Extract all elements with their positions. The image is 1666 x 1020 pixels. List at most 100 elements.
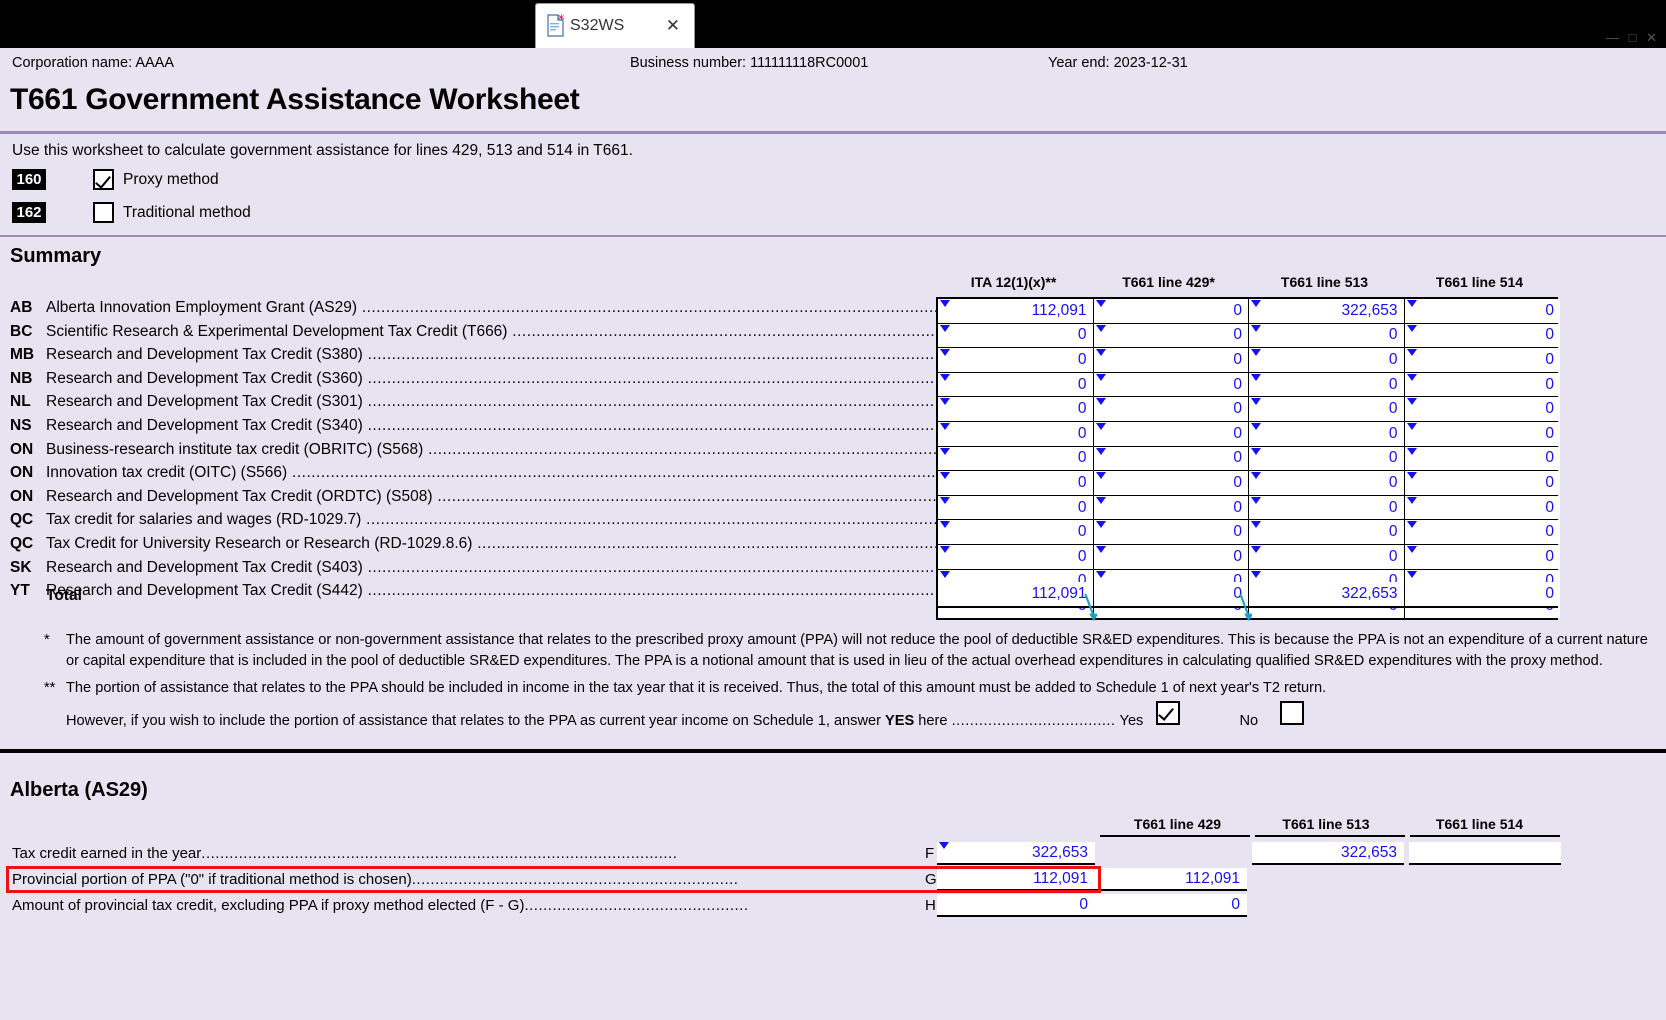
value-cell[interactable]: 0 [1249, 421, 1405, 446]
value-cell[interactable]: 0 [1404, 299, 1560, 323]
cell-value: 0 [1388, 400, 1398, 418]
value-row: 0 0 0 0 [938, 348, 1560, 373]
page-title: T661 Government Assistance Worksheet [10, 83, 580, 116]
value-cell[interactable]: 0 [1093, 471, 1249, 495]
checkbox-proxy-method[interactable] [93, 169, 114, 190]
value-cell[interactable]: 0 [938, 471, 1094, 495]
cell-value: 0 [1545, 547, 1554, 565]
value-cell[interactable]: 0 [1249, 372, 1405, 397]
window-controls[interactable]: — □ ✕ [1606, 30, 1660, 46]
value-cell[interactable]: 322,653 [1249, 299, 1405, 323]
value-cell[interactable]: 0 [1249, 544, 1405, 569]
alberta-row: Provincial portion of PPA ("0" if tradit… [0, 866, 1666, 893]
value-cell[interactable]: 0 [1093, 520, 1249, 544]
cell-marker-icon [1095, 324, 1106, 332]
value-cell[interactable]: 0 [1093, 372, 1249, 397]
cell-marker-icon [1251, 570, 1261, 578]
cell-value: 0 [1545, 473, 1554, 491]
footnote-yes-label: Yes [1119, 712, 1144, 729]
cell-marker-icon [1406, 324, 1417, 332]
value-cell[interactable]: 0 [1249, 446, 1405, 471]
value-cell[interactable]: 0 [1404, 348, 1560, 372]
value-cell[interactable]: 0 [1404, 397, 1560, 421]
value-cell[interactable]: 0 [938, 495, 1094, 520]
alberta-line429-field[interactable]: 0 [1095, 894, 1247, 917]
cell-value: 0 [1545, 301, 1554, 319]
value-cell[interactable]: 112,091 [938, 299, 1094, 323]
cell-marker-icon [1095, 521, 1106, 529]
cell-marker-icon [939, 842, 949, 849]
value-cell[interactable]: 0 [1093, 495, 1249, 520]
cell-value: 0 [1233, 301, 1242, 319]
value-row: 0 0 0 0 [938, 421, 1560, 447]
cell-marker-icon [1251, 521, 1261, 529]
alberta-line513-field[interactable]: 322,653 [1252, 842, 1404, 865]
cell-marker-icon [1251, 447, 1261, 455]
cell-marker-icon [940, 496, 950, 504]
value-cell[interactable]: 0 [938, 520, 1094, 544]
checkbox-ppa-no[interactable] [1280, 700, 1305, 725]
value-cell[interactable]: 0 [1093, 544, 1249, 569]
value-cell[interactable]: 0 [1249, 471, 1405, 495]
alberta-line514-field[interactable] [1409, 842, 1561, 865]
cell-value: 0 [1545, 523, 1554, 541]
province-code: MB [10, 346, 35, 364]
checkbox-traditional-method[interactable] [93, 202, 114, 223]
highlight-box [6, 866, 1101, 893]
cell-marker-icon [1251, 324, 1261, 332]
value-cell[interactable]: 0 [1404, 544, 1560, 569]
footnote-one-text: The amount of government assistance or n… [66, 632, 1648, 669]
value-cell[interactable]: 0 [1404, 372, 1560, 397]
cell-marker-icon [940, 545, 950, 553]
cell-value: 0 [1545, 375, 1554, 393]
value-cell[interactable]: 0 [1404, 495, 1560, 520]
cell-value: 0 [1545, 350, 1554, 368]
leader-dots: ........................................… [201, 845, 678, 862]
value-cell[interactable]: 0 [938, 446, 1094, 471]
cell-marker-icon [1406, 545, 1417, 553]
province-code: NS [10, 416, 32, 434]
value-cell[interactable]: 0 [1249, 348, 1405, 372]
value-cell[interactable]: 0 [1249, 323, 1405, 348]
checkbox-ppa-yes[interactable] [1156, 700, 1181, 725]
value-cell[interactable]: 0 [1249, 520, 1405, 544]
value-cell[interactable]: 0 [1404, 520, 1560, 544]
value-cell[interactable]: 0 [938, 372, 1094, 397]
alberta-main-field[interactable]: 322,653 [937, 842, 1095, 865]
value-cell[interactable]: 0 [1093, 299, 1249, 323]
cell-value: 0 [1077, 523, 1087, 541]
value-cell[interactable]: 0 [1249, 495, 1405, 520]
value-cell[interactable]: 0 [1404, 421, 1560, 446]
cell-marker-icon [1095, 349, 1106, 357]
cell-value: 0 [1077, 350, 1087, 368]
cell-marker-icon [1251, 496, 1261, 504]
value-cell[interactable]: 0 [1404, 471, 1560, 495]
value-cell[interactable]: 0 [1404, 446, 1560, 471]
alberta-line429-field[interactable]: 112,091 [1095, 868, 1247, 891]
value-cell[interactable]: 0 [938, 397, 1094, 421]
alberta-column-header-514: T661 line 514 [1435, 816, 1524, 832]
alberta-main-field[interactable]: 0 [937, 894, 1095, 917]
value-cell[interactable]: 0 [938, 544, 1094, 569]
worksheet-window: * S32WS ✕ — □ ✕ Corporation name: AAAA B… [0, 0, 1666, 1020]
value-cell[interactable]: 0 [938, 421, 1094, 446]
total-value-cell: 0 [1404, 582, 1560, 606]
value-cell[interactable]: 0 [1093, 421, 1249, 446]
value-cell[interactable]: 0 [1093, 348, 1249, 372]
worksheet-page: Corporation name: AAAA Business number: … [0, 48, 1666, 1020]
cell-marker-icon [1406, 422, 1417, 430]
value-row: 0 0 0 0 [938, 471, 1560, 496]
alberta-head-rule-514 [1410, 835, 1560, 837]
value-cell[interactable]: 0 [938, 323, 1094, 348]
value-cell[interactable]: 0 [1404, 323, 1560, 348]
cell-marker-icon [940, 300, 950, 307]
value-cell[interactable]: 0 [1093, 446, 1249, 471]
value-cell[interactable]: 0 [1093, 323, 1249, 348]
cell-value: 0 [1077, 400, 1087, 418]
value-cell[interactable]: 0 [1093, 397, 1249, 421]
tab-s32ws[interactable]: * S32WS ✕ [535, 3, 695, 48]
value-cell[interactable]: 0 [1249, 397, 1405, 421]
value-cell[interactable]: 0 [938, 348, 1094, 372]
footnote-two: ** The portion of assistance that relate… [0, 678, 1666, 731]
close-icon[interactable]: ✕ [662, 16, 684, 36]
